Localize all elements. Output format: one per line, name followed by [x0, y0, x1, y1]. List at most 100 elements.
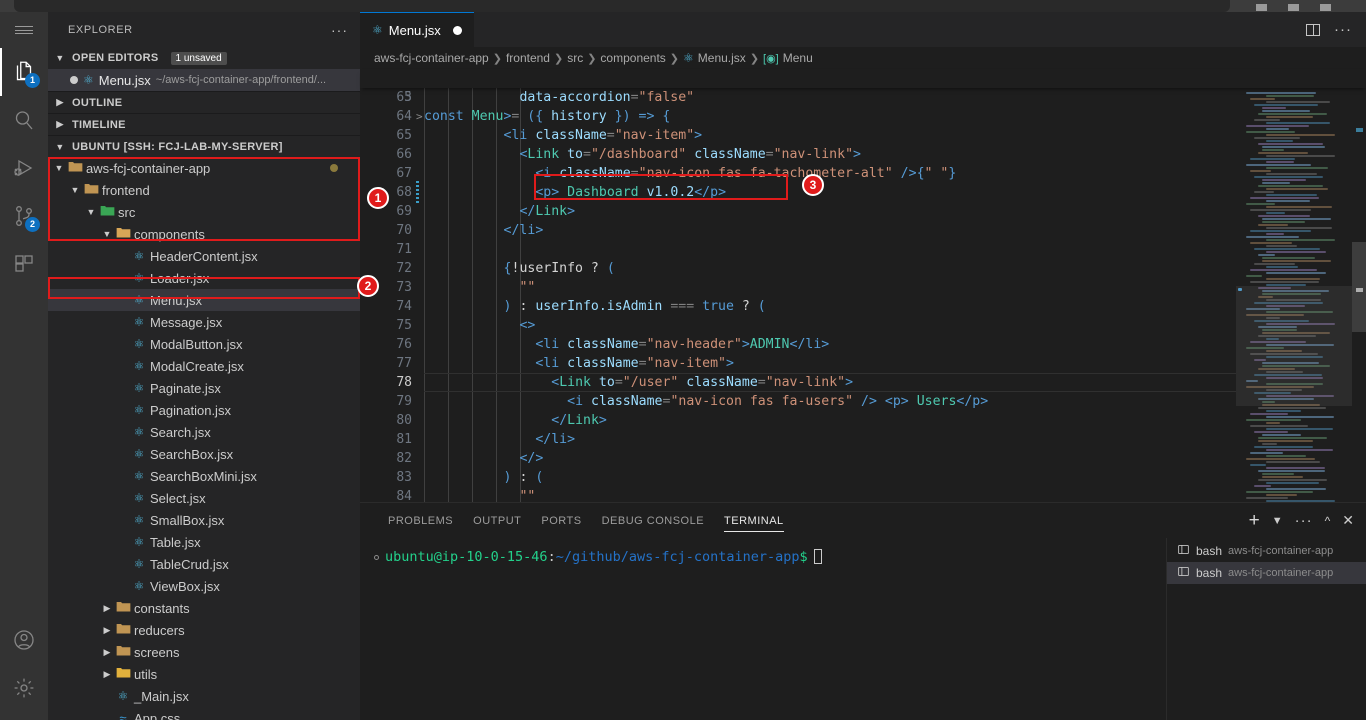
tree-file-Pagination.jsx[interactable]: ⚛ Pagination.jsx [48, 399, 360, 421]
open-editor-item[interactable]: ⚛ Menu.jsx ~/aws-fcj-container-app/front… [48, 69, 360, 91]
tree-file-_Main.jsx[interactable]: ⚛ _Main.jsx [48, 685, 360, 707]
tree-file-Paginate.jsx[interactable]: ⚛ Paginate.jsx [48, 377, 360, 399]
breadcrumb-item-0[interactable]: aws-fcj-container-app [374, 51, 489, 65]
chevron-down-icon[interactable]: ▼ [1272, 515, 1283, 527]
terminal-output[interactable]: ubuntu@ip-10-0-15-46:~/github/aws-fcj-co… [360, 538, 1160, 720]
tree-file-ViewBox.jsx[interactable]: ⚛ ViewBox.jsx [48, 575, 360, 597]
window-close-button[interactable] [1314, 0, 1338, 11]
code-line-79[interactable]: 79 <i className="nav-icon fas fa-users" … [360, 392, 1366, 411]
tree-file-App.css[interactable]: ≈ App.css [48, 707, 360, 720]
tree-file-HeaderContent.jsx[interactable]: ⚛ HeaderContent.jsx [48, 245, 360, 267]
panel-tab-output[interactable]: OUTPUT [463, 503, 531, 538]
code-line-66[interactable]: 66 <Link to="/dashboard" className="nav-… [360, 145, 1366, 164]
activity-bar-item-explorer[interactable]: 1 [0, 48, 48, 96]
tree-file-SmallBox.jsx[interactable]: ⚛ SmallBox.jsx [48, 509, 360, 531]
editor-vertical-scrollbar[interactable] [1352, 88, 1366, 502]
code-line-77[interactable]: 77 <li className="nav-item"> [360, 354, 1366, 373]
activity-bar-item-search[interactable] [0, 96, 48, 144]
breadcrumb-item-2[interactable]: src [567, 51, 583, 65]
tree-folder-src[interactable]: ▼ src [48, 201, 360, 223]
minimap-line [1254, 119, 1280, 121]
menu-icon[interactable] [0, 12, 48, 48]
activity-bar-item-extensions[interactable] [0, 240, 48, 288]
breadcrumb-item-3[interactable]: components [600, 51, 665, 65]
code-line-72[interactable]: 72 {!userInfo ? ( [360, 259, 1366, 278]
panel-tab-ports[interactable]: PORTS [531, 503, 591, 538]
section-workspace[interactable]: ▼ UBUNTU [SSH: FCJ-LAB-MY-SERVER] [48, 135, 360, 157]
panel-more-actions-icon[interactable]: ··· [1295, 512, 1313, 529]
tree-item-label: TableCrud.jsx [150, 556, 229, 572]
tree-folder-components[interactable]: ▼ components [48, 223, 360, 245]
tree-file-ModalCreate.jsx[interactable]: ⚛ ModalCreate.jsx [48, 355, 360, 377]
close-icon[interactable]: ✕ [1342, 512, 1354, 529]
tree-file-Message.jsx[interactable]: ⚛ Message.jsx [48, 311, 360, 333]
panel-tab-debug-console[interactable]: DEBUG CONSOLE [592, 503, 714, 538]
code-line-67[interactable]: 67 <i className="nav-icon fas fa-tachome… [360, 164, 1366, 183]
activity-bar-item-settings[interactable] [0, 664, 48, 712]
terminal-list-item-1[interactable]: bash aws-fcj-container-app [1167, 562, 1366, 584]
breadcrumb-item-5[interactable]: [◉] Menu [763, 51, 813, 65]
tree-file-SearchBoxMini.jsx[interactable]: ⚛ SearchBoxMini.jsx [48, 465, 360, 487]
code-line-83[interactable]: 83 ) : ( [360, 468, 1366, 487]
code-line-74[interactable]: 74 ) : userInfo.isAdmin === true ? ( [360, 297, 1366, 316]
code-editor[interactable]: 63 data-accordion="false" 64 > >65 <li cla… [360, 88, 1366, 502]
minimap-slider[interactable] [1236, 286, 1352, 406]
tree-folder-screens[interactable]: ▶ screens [48, 641, 360, 663]
split-editor-icon[interactable] [1306, 23, 1320, 36]
tree-folder-frontend[interactable]: ▼ frontend [48, 179, 360, 201]
tree-file-SearchBox.jsx[interactable]: ⚛ SearchBox.jsx [48, 443, 360, 465]
activity-bar-item-accounts[interactable] [0, 616, 48, 664]
section-open-editors[interactable]: ▼ OPEN EDITORS 1 unsaved [48, 47, 360, 69]
tree-file-TableCrud.jsx[interactable]: ⚛ TableCrud.jsx [48, 553, 360, 575]
sticky-scroll-line[interactable]: 5 const Menu = ({ history }) => { [360, 69, 1366, 124]
code-line-68[interactable]: 68 <p> Dashboard v1.0.2</p> [360, 181, 1366, 203]
editor-more-actions-icon[interactable]: ··· [1334, 21, 1352, 38]
activity-bar-item-run-and-debug[interactable] [0, 144, 48, 192]
code-line-84[interactable]: 84 "" [360, 487, 1366, 502]
minimap-line [1266, 467, 1325, 469]
unsaved-indicator-icon[interactable] [70, 76, 78, 84]
minimap-line [1266, 494, 1297, 496]
breadcrumb-item-1[interactable]: frontend [506, 51, 550, 65]
breadcrumb-item-4[interactable]: ⚛ Menu.jsx [683, 51, 746, 65]
code-line-63[interactable]: 63 data-accordion="false" [360, 88, 1366, 107]
tab-dirty-indicator-icon[interactable] [452, 25, 462, 35]
tree-folder-utils[interactable]: ▶ utils [48, 663, 360, 685]
tree-file-Menu.jsx[interactable]: ⚛ Menu.jsx [48, 289, 360, 311]
code-line-76[interactable]: 76 <li className="nav-header">ADMIN</li> [360, 335, 1366, 354]
chevron-up-icon[interactable]: ^ [1325, 514, 1331, 528]
tree-file-Search.jsx[interactable]: ⚛ Search.jsx [48, 421, 360, 443]
code-line-71[interactable]: 71 [360, 240, 1366, 259]
code-line-82[interactable]: 82 </> [360, 449, 1366, 468]
code-line-69[interactable]: 69 </Link> [360, 202, 1366, 221]
tree-file-Select.jsx[interactable]: ⚛ Select.jsx [48, 487, 360, 509]
tree-file-ModalButton.jsx[interactable]: ⚛ ModalButton.jsx [48, 333, 360, 355]
code-line-70[interactable]: 70 </li> [360, 221, 1366, 240]
explorer-more-actions-icon[interactable]: ··· [331, 22, 348, 38]
tree-folder-aws-fcj-container-app[interactable]: ▼ aws-fcj-container-app [48, 157, 360, 179]
tree-folder-reducers[interactable]: ▶ reducers [48, 619, 360, 641]
tree-folder-constants[interactable]: ▶ constants [48, 597, 360, 619]
section-timeline[interactable]: ▶ TIMELINE [48, 113, 360, 135]
tree-file-Table.jsx[interactable]: ⚛ Table.jsx [48, 531, 360, 553]
tab-menu-jsx[interactable]: ⚛ Menu.jsx [360, 12, 474, 47]
new-terminal-icon[interactable]: + [1249, 511, 1260, 530]
minimap[interactable] [1236, 88, 1352, 502]
tree-item-label: HeaderContent.jsx [150, 248, 258, 264]
command-center[interactable] [14, 0, 1230, 12]
code-line-75[interactable]: 75 <> [360, 316, 1366, 335]
window-maximize-button[interactable] [1282, 0, 1306, 11]
panel-tab-problems[interactable]: PROBLEMS [378, 503, 463, 538]
code-line-78[interactable]: 78 <Link to="/user" className="nav-link"… [360, 373, 1366, 392]
activity-bar-item-source-control[interactable]: 2 [0, 192, 48, 240]
panel-tab-terminal[interactable]: TERMINAL [714, 503, 794, 538]
section-outline[interactable]: ▶ OUTLINE [48, 91, 360, 113]
tree-file-Loader.jsx[interactable]: ⚛ Loader.jsx [48, 267, 360, 289]
window-minimize-button[interactable] [1250, 0, 1274, 11]
code-line-65[interactable]: 65 <li className="nav-item"> [360, 126, 1366, 145]
editor-scroll-thumb[interactable] [1352, 242, 1366, 332]
code-line-81[interactable]: 81 </li> [360, 430, 1366, 449]
code-line-73[interactable]: 73 "" [360, 278, 1366, 297]
terminal-list-item-0[interactable]: bash aws-fcj-container-app [1167, 540, 1366, 562]
code-line-80[interactable]: 80 </Link> [360, 411, 1366, 430]
